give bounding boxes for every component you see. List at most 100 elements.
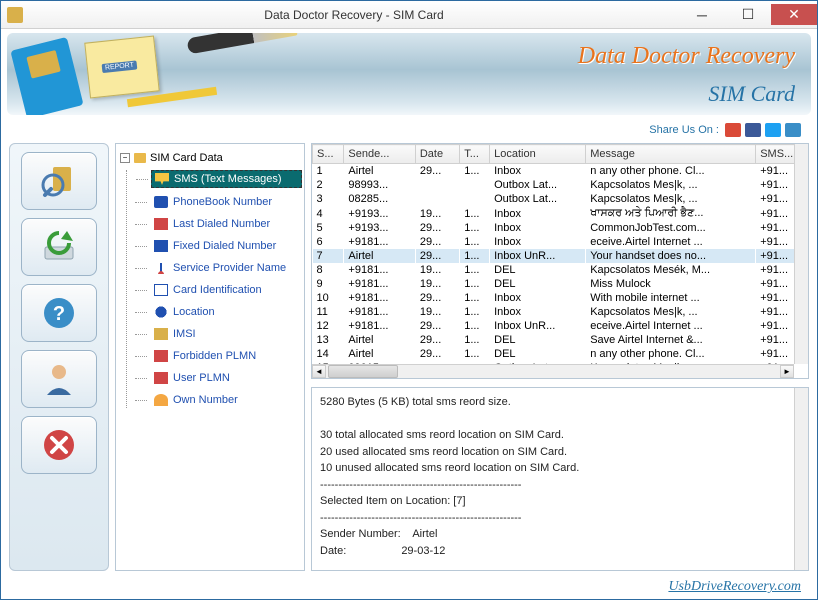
table-cell: Inbox UnR...: [490, 249, 586, 263]
close-button[interactable]: ✕: [771, 4, 817, 25]
column-header[interactable]: T...: [460, 145, 490, 164]
table-cell: [460, 178, 490, 192]
table-row[interactable]: 10+9181...29...1...InboxWith mobile inte…: [313, 291, 808, 305]
column-header[interactable]: Date: [415, 145, 459, 164]
table-row[interactable]: 9+9181...19...1...DEL Miss Mulock+91...: [313, 277, 808, 291]
table-row[interactable]: 13Airtel29...1...DELSave Airtel Internet…: [313, 333, 808, 347]
tree-item-phonebook-number[interactable]: PhoneBook Number: [151, 194, 302, 210]
scan-sim-button[interactable]: [21, 152, 97, 210]
googleplus-icon[interactable]: [725, 123, 741, 137]
table-vertical-scrollbar[interactable]: [794, 144, 808, 364]
table-cell: DEL: [490, 333, 586, 347]
tree-root[interactable]: − SIM Card Data: [118, 150, 302, 170]
twitter-icon[interactable]: [765, 123, 781, 137]
maximize-button[interactable]: ☐: [725, 4, 771, 25]
facebook-icon[interactable]: [745, 123, 761, 137]
recover-button[interactable]: [21, 218, 97, 276]
table-cell: 29...: [415, 347, 459, 361]
table-cell: 3: [313, 192, 344, 206]
table-cell: ਖਾਸਕਰ ਅਤੇ ਪਿਆਰੀ ਭੈਣ...: [586, 206, 756, 221]
detail-vertical-scrollbar[interactable]: [794, 388, 808, 570]
exit-button[interactable]: [21, 416, 97, 474]
column-header[interactable]: Message: [586, 145, 756, 164]
table-cell: Airtel: [344, 249, 415, 263]
tree-item-icon: [154, 350, 168, 362]
table-row[interactable]: 4+9193...19...1...Inboxਖਾਸਕਰ ਅਤੇ ਪਿਆਰੀ ਭ…: [313, 206, 808, 221]
tree-collapse-icon[interactable]: −: [120, 153, 130, 163]
table-row[interactable]: 1Airtel29...1...Inboxn any other phone. …: [313, 164, 808, 179]
table-row[interactable]: 11+9181...19...1...InboxKapcsolatos Mes|…: [313, 305, 808, 319]
table-cell: 13: [313, 333, 344, 347]
scroll-right-arrow[interactable]: ►: [780, 365, 794, 378]
scroll-left-arrow[interactable]: ◄: [312, 365, 326, 378]
table-cell: 8: [313, 263, 344, 277]
table-row[interactable]: 6+9181...29...1...Inboxeceive.Airtel Int…: [313, 235, 808, 249]
table-row[interactable]: 7Airtel29...1...Inbox UnR...Your handset…: [313, 249, 808, 263]
table-cell: eceive.Airtel Internet ...: [586, 235, 756, 249]
table-cell: Miss Mulock: [586, 277, 756, 291]
share-other-icon[interactable]: [785, 123, 801, 137]
tree-item-icon: [154, 394, 168, 406]
table-cell: 19...: [415, 305, 459, 319]
tree-item-label: Service Provider Name: [173, 262, 286, 274]
detail-total-line: 30 total allocated sms reord location on…: [320, 427, 800, 444]
table-cell: 11: [313, 305, 344, 319]
table-row[interactable]: 8+9181...19...1...DELKapcsolatos Mesék, …: [313, 263, 808, 277]
app-window: Data Doctor Recovery - SIM Card ─ ☐ ✕ Da…: [0, 0, 818, 600]
table-row[interactable]: 12+9181...29...1...Inbox UnR...eceive.Ai…: [313, 319, 808, 333]
table-cell: 29...: [415, 333, 459, 347]
table-cell: 29...: [415, 291, 459, 305]
column-header[interactable]: Location: [490, 145, 586, 164]
tree-item-service-provider-name[interactable]: Service Provider Name: [151, 260, 302, 276]
table-cell: DEL: [490, 277, 586, 291]
tree-item-imsi[interactable]: IMSI: [151, 326, 302, 342]
table-cell: 29...: [415, 319, 459, 333]
tree-item-last-dialed-number[interactable]: Last Dialed Number: [151, 216, 302, 232]
table-cell: [460, 192, 490, 206]
tree-item-location[interactable]: Location: [151, 304, 302, 320]
table-cell: 10: [313, 291, 344, 305]
detail-sender-row: Sender Number: Airtel: [320, 526, 800, 543]
tree-item-fixed-dialed-number[interactable]: Fixed Dialed Number: [151, 238, 302, 254]
sms-table-wrap: S...Sende...DateT...LocationMessageSMS..…: [311, 143, 809, 379]
window-title: Data Doctor Recovery - SIM Card: [29, 8, 679, 22]
table-cell: 1...: [460, 263, 490, 277]
table-cell: 1...: [460, 277, 490, 291]
help-icon: ?: [39, 293, 79, 333]
table-row[interactable]: 308285...Outbox Lat...Kapcsolatos Mes|k,…: [313, 192, 808, 206]
minimize-button[interactable]: ─: [679, 4, 725, 25]
footer-link[interactable]: UsbDriveRecovery.com: [668, 579, 801, 595]
table-row[interactable]: 14Airtel29...1...DELn any other phone. C…: [313, 347, 808, 361]
table-cell: Inbox: [490, 291, 586, 305]
column-header[interactable]: Sende...: [344, 145, 415, 164]
table-row[interactable]: 298993...Outbox Lat...Kapcsolatos Mes|k,…: [313, 178, 808, 192]
tree-item-icon: [154, 240, 168, 252]
tree-item-label: User PLMN: [173, 372, 230, 384]
table-cell: +9181...: [344, 305, 415, 319]
about-button[interactable]: [21, 350, 97, 408]
tree-item-icon: [154, 306, 168, 318]
table-cell: n any other phone. Cl...: [586, 347, 756, 361]
tree-item-forbidden-plmn[interactable]: Forbidden PLMN: [151, 348, 302, 364]
table-cell: 29...: [415, 221, 459, 235]
scroll-thumb[interactable]: [328, 365, 398, 378]
tree-item-user-plmn[interactable]: User PLMN: [151, 370, 302, 386]
table-cell: Inbox: [490, 164, 586, 179]
table-cell: Inbox UnR...: [490, 319, 586, 333]
tree-item-sms-text-messages-[interactable]: SMS (Text Messages): [151, 170, 302, 188]
table-row[interactable]: 5+9193...29...1...InboxCommonJobTest.com…: [313, 221, 808, 235]
tree-item-card-identification[interactable]: Card Identification: [151, 282, 302, 298]
table-cell: Inbox: [490, 235, 586, 249]
footer: UsbDriveRecovery.com: [1, 575, 817, 599]
banner-title: Data Doctor Recovery: [578, 43, 795, 70]
table-cell: 19...: [415, 206, 459, 221]
tree-item-label: Own Number: [173, 394, 238, 406]
sms-table: S...Sende...DateT...LocationMessageSMS..…: [312, 144, 808, 375]
column-header[interactable]: S...: [313, 145, 344, 164]
tree-item-own-number[interactable]: Own Number: [151, 392, 302, 408]
table-cell: 14: [313, 347, 344, 361]
table-cell: +9181...: [344, 291, 415, 305]
table-horizontal-scrollbar[interactable]: ◄ ►: [312, 364, 794, 378]
sidebar: ?: [9, 143, 109, 571]
help-button[interactable]: ?: [21, 284, 97, 342]
